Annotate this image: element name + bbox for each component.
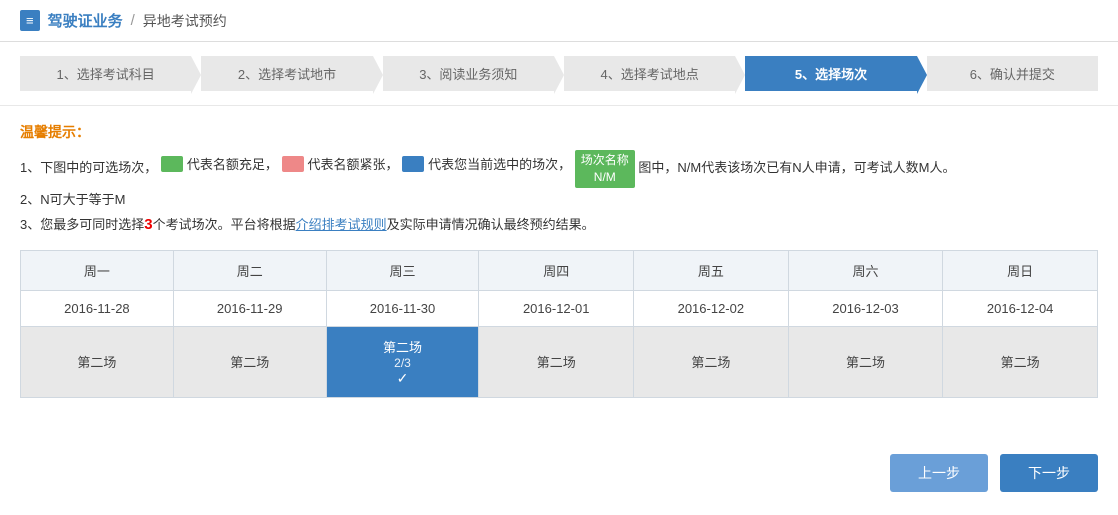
session-sun[interactable]: 第二场: [943, 326, 1098, 397]
col-tue: 周二: [173, 250, 326, 290]
session-wed-count: 2/3: [333, 356, 473, 370]
session-fri[interactable]: 第二场: [634, 326, 789, 397]
warning-line3: 3、您最多可同时选择3个考试场次。平台将根据介绍排考试规则及实际申请情况确认最终…: [20, 211, 1098, 238]
date-sun: 2016-12-04: [943, 290, 1098, 326]
page-header: ≡ 驾驶证业务 / 异地考试预约: [0, 0, 1118, 42]
warning-line1-post: 图中，N/M代表该场次已有N人申请，可考试人数M人。: [638, 160, 955, 175]
session-tue[interactable]: 第二场: [173, 326, 326, 397]
warning-line1: 1、下图中的可选场次， 代表名额充足， 代表名额紧张， 代表您当前选中的场次， …: [20, 150, 1098, 188]
session-row: 第二场 第二场 第二场 2/3 ✓ 第二场 第二场 第二场 第二场: [21, 326, 1098, 397]
prev-button[interactable]: 上一步: [890, 454, 988, 492]
session-wed-label: 第二场: [333, 337, 473, 356]
schedule-table: 周一 周二 周三 周四 周五 周六 周日 2016-11-28 2016-11-…: [20, 250, 1098, 398]
arrange-rules-link[interactable]: 介绍排考试规则: [296, 217, 387, 232]
footer-actions: 上一步 下一步: [0, 434, 1118, 512]
col-mon: 周一: [21, 250, 174, 290]
checkmark-icon: ✓: [397, 370, 409, 386]
legend-blue-box: [402, 156, 424, 172]
session-wed[interactable]: 第二场 2/3 ✓: [326, 326, 479, 397]
date-wed: 2016-11-30: [326, 290, 479, 326]
legend-badge: 场次名称 N/M: [575, 150, 635, 188]
next-button[interactable]: 下一步: [1000, 454, 1098, 492]
legend-green-label: 代表名额充足，: [187, 153, 278, 176]
col-sun: 周日: [943, 250, 1098, 290]
warning-list: 1、下图中的可选场次， 代表名额充足， 代表名额紧张， 代表您当前选中的场次， …: [20, 150, 1098, 238]
legend-green-box: [161, 156, 183, 172]
session-thu[interactable]: 第二场: [479, 326, 634, 397]
warning-line2: 2、N可大于等于M: [20, 188, 1098, 211]
date-sat: 2016-12-03: [788, 290, 943, 326]
step-6[interactable]: 6、确认并提交: [927, 56, 1098, 91]
table-header-row: 周一 周二 周三 周四 周五 周六 周日: [21, 250, 1098, 290]
step-3[interactable]: 3、阅读业务须知: [383, 56, 554, 91]
legend-pink-label: 代表名额紧张，: [308, 153, 399, 176]
date-row: 2016-11-28 2016-11-29 2016-11-30 2016-12…: [21, 290, 1098, 326]
main-content: 温馨提示： 1、下图中的可选场次， 代表名额充足， 代表名额紧张， 代表您当前选…: [0, 106, 1118, 414]
step-1[interactable]: 1、选择考试科目: [20, 56, 191, 91]
legend-blue-label: 代表您当前选中的场次，: [428, 153, 571, 176]
header-separator: /: [131, 12, 135, 29]
session-mon[interactable]: 第二场: [21, 326, 174, 397]
session-sat[interactable]: 第二场: [788, 326, 943, 397]
steps-bar: 1、选择考试科目 2、选择考试地市 3、阅读业务须知 4、选择考试地点 5、选择…: [0, 42, 1118, 106]
step-2[interactable]: 2、选择考试地市: [201, 56, 372, 91]
header-subtitle: 异地考试预约: [143, 11, 227, 31]
date-mon: 2016-11-28: [21, 290, 174, 326]
step-5[interactable]: 5、选择场次: [745, 56, 916, 91]
date-tue: 2016-11-29: [173, 290, 326, 326]
col-fri: 周五: [634, 250, 789, 290]
step-4[interactable]: 4、选择考试地点: [564, 56, 735, 91]
warning-title: 温馨提示：: [20, 122, 1098, 142]
col-thu: 周四: [479, 250, 634, 290]
header-icon: ≡: [20, 10, 40, 31]
col-wed: 周三: [326, 250, 479, 290]
date-fri: 2016-12-02: [634, 290, 789, 326]
date-thu: 2016-12-01: [479, 290, 634, 326]
header-title: 驾驶证业务: [48, 10, 123, 31]
col-sat: 周六: [788, 250, 943, 290]
legend-pink-box: [282, 156, 304, 172]
